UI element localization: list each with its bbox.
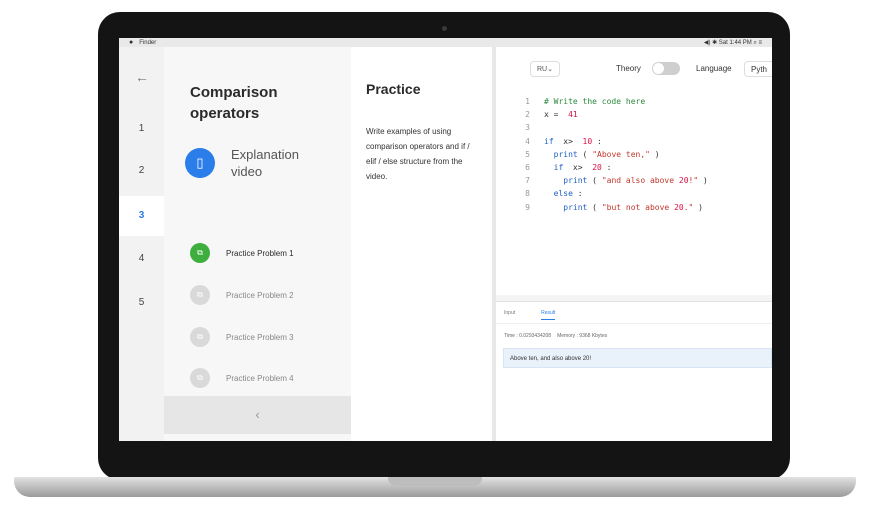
- lesson-item-label: Explanation video: [231, 147, 299, 179]
- lesson-item-label: Practice Problem 2: [226, 290, 294, 300]
- code-text: print ( "Above ten," ): [553, 149, 660, 159]
- output-tabs: Input Result: [504, 310, 556, 320]
- tab-result[interactable]: Result: [541, 310, 556, 320]
- language-select[interactable]: Pyth: [744, 61, 772, 77]
- menubar-app-name[interactable]: Finder: [139, 40, 156, 46]
- editor-toolbar: RU⌄ Theory Language Pyth: [496, 61, 772, 79]
- code-line[interactable]: 6 if x> 20 :: [514, 161, 708, 174]
- language-label: Language: [696, 64, 732, 73]
- tab-divider: [496, 323, 772, 324]
- step-4[interactable]: 4: [119, 239, 164, 279]
- practice-description: Write examples of using comparison opera…: [366, 127, 470, 181]
- code-line[interactable]: 3: [514, 121, 708, 134]
- code-editor-panel: RU⌄ Theory Language Pyth 1 # Write the co…: [496, 47, 772, 295]
- lesson-item-label: Practice Problem 3: [226, 332, 294, 342]
- document-icon: ▯: [185, 148, 215, 178]
- step-rail: ← 12 345: [119, 47, 164, 441]
- line-number: 1: [525, 97, 530, 106]
- code-text: if x> 20 :: [553, 163, 612, 173]
- code-text: else :: [553, 189, 583, 199]
- code-area[interactable]: 1 # Write the code here 2 x = 41 3 4 if x> 10 …: [514, 95, 708, 214]
- lesson-item[interactable]: ⧉ Practice Problem 4: [190, 368, 294, 388]
- code-line[interactable]: 4 if x> 10 :: [514, 135, 708, 148]
- code-text: print ( "and also above 20!" ): [563, 176, 708, 186]
- lesson-item-label: Practice Problem 4: [226, 373, 294, 383]
- code-line[interactable]: 1 # Write the code here: [514, 95, 708, 108]
- chevron-down-icon: ⌄: [547, 66, 553, 73]
- step-5[interactable]: 5: [119, 283, 164, 323]
- line-number: 8: [525, 189, 530, 199]
- code-line[interactable]: 7 print ( "and also above 20!" ): [514, 174, 708, 187]
- chevron-left-icon: ‹: [255, 407, 260, 422]
- app-screen: ● Finder ◀) ✱ Sat 1:44 PM ⌕ ≡ ← 12345 Co…: [119, 38, 772, 441]
- code-icon: ⧉: [190, 285, 210, 305]
- code-text: print ( "but not above 20." ): [563, 202, 703, 212]
- code-line[interactable]: 9 print ( "but not above 20." ): [514, 201, 708, 214]
- lesson-item[interactable]: ⧉ Practice Problem 2: [190, 285, 294, 305]
- run-time: Time : 0.0293434208: [504, 333, 552, 339]
- apple-logo-icon[interactable]: ●: [129, 39, 133, 46]
- code-line[interactable]: 2 x = 41: [514, 108, 708, 121]
- back-arrow-icon[interactable]: ←: [135, 69, 149, 85]
- line-number: 4: [525, 136, 530, 146]
- step-2[interactable]: 2: [119, 151, 164, 191]
- theory-toggle[interactable]: [652, 62, 680, 75]
- run-stats: Time : 0.0293434208 Memory : 9368 Kbytes: [504, 333, 607, 339]
- macos-menubar: ● Finder ◀) ✱ Sat 1:44 PM ⌕ ≡: [119, 38, 772, 47]
- camera-dot: [442, 26, 447, 31]
- line-number: 5: [525, 149, 530, 159]
- ui-language-select[interactable]: RU⌄: [530, 61, 560, 77]
- code-icon: ⧉: [190, 368, 210, 388]
- code-text: # Write the code here: [544, 97, 646, 106]
- code-icon: ⧉: [190, 327, 210, 347]
- code-text: x = 41: [544, 110, 578, 120]
- toggle-knob: [653, 63, 664, 74]
- practice-title: Practice: [366, 81, 421, 97]
- lesson-item[interactable]: ⧉ Practice Problem 3: [190, 327, 294, 347]
- code-text: if x> 10 :: [544, 136, 602, 146]
- line-number: 3: [525, 123, 530, 133]
- code-icon: ⧉: [190, 243, 210, 263]
- menubar-status-area[interactable]: ◀) ✱ Sat 1:44 PM ⌕ ≡: [704, 39, 762, 47]
- result-output: Above ten, and also above 20!: [503, 348, 772, 368]
- practice-panel: Practice Write examples of using compari…: [351, 47, 493, 441]
- lesson-panel: Comparison operators ▯ Explanation video ⧉…: [164, 47, 351, 441]
- line-number: 6: [525, 163, 530, 173]
- line-number: 9: [525, 202, 530, 212]
- line-number: 7: [525, 176, 530, 186]
- code-line[interactable]: 5 print ( "Above ten," ): [514, 148, 708, 161]
- ui-language-value: RU: [537, 66, 548, 73]
- step-1[interactable]: 1: [119, 109, 164, 149]
- theory-label: Theory: [616, 64, 641, 73]
- output-panel: Input Result Time : 0.0293434208 Memory :…: [496, 301, 772, 441]
- run-memory: Memory : 9368 Kbytes: [557, 333, 608, 339]
- laptop-base-notch: [388, 477, 482, 486]
- lesson-item[interactable]: ▯ Explanation video: [185, 146, 331, 180]
- code-line[interactable]: 8 else :: [514, 187, 708, 200]
- collapse-panel-button[interactable]: ‹: [164, 396, 351, 434]
- tab-input[interactable]: Input: [504, 310, 515, 320]
- lesson-item[interactable]: ⧉ Practice Problem 1: [190, 243, 294, 263]
- line-number: 2: [525, 110, 530, 120]
- lesson-title: Comparison operators: [190, 84, 278, 122]
- step-3[interactable]: 3: [119, 196, 164, 236]
- lesson-item-label: Practice Problem 1: [226, 248, 294, 258]
